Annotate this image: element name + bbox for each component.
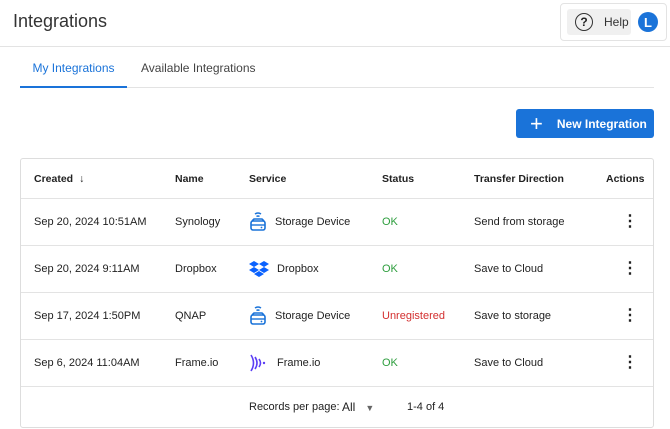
frameio-icon [249, 353, 277, 373]
name-cell: Synology [175, 216, 221, 228]
arrow-down-icon: ↓ [79, 172, 85, 185]
status-badge: OK [382, 263, 398, 275]
caret-down-icon: ▼ [365, 403, 375, 413]
column-name: Name [175, 172, 204, 185]
service-cell: Dropbox [249, 246, 319, 292]
transfer-direction-cell: Save to Cloud [474, 263, 544, 275]
pagination: Records per page: All ▼ 1-4 of 4 [21, 387, 653, 427]
header: Integrations ? Help L [0, 0, 670, 47]
help-area: ? Help L [560, 3, 667, 41]
table-row[interactable]: Sep 17, 2024 1:50PM QNAP Storage Device … [21, 293, 653, 340]
created-cell: Sep 6, 2024 11:04AM [34, 357, 140, 369]
status-badge: Unregistered [382, 310, 445, 322]
integrations-table: Created ↓ Name Service Status Transfer Di… [20, 158, 654, 428]
transfer-direction-cell: Save to storage [474, 310, 552, 322]
column-actions: Actions [606, 172, 645, 185]
column-service: Service [249, 172, 287, 185]
more-actions-icon[interactable]: ⋮ [622, 293, 638, 339]
name-cell: QNAP [175, 310, 207, 322]
avatar[interactable]: L [638, 12, 658, 32]
help-label: Help [604, 15, 629, 29]
transfer-direction-cell: Send from storage [474, 216, 565, 228]
dropbox-icon [249, 260, 277, 278]
more-actions-icon[interactable]: ⋮ [622, 246, 638, 292]
column-transfer-direction: Transfer Direction [474, 172, 564, 185]
table-header-row: Created ↓ Name Service Status Transfer Di… [21, 159, 653, 199]
storage-device-icon [249, 305, 275, 327]
tab-my-integrations[interactable]: My Integrations [20, 48, 127, 88]
new-integration-label: New Integration [556, 116, 647, 131]
column-created[interactable]: Created ↓ [34, 159, 84, 198]
service-label: Storage Device [275, 216, 351, 228]
created-cell: Sep 17, 2024 1:50PM [34, 310, 141, 322]
table-row[interactable]: Sep 20, 2024 9:11AM Dropbox Dropbox OK S… [21, 246, 653, 293]
status-badge: OK [382, 216, 398, 228]
service-label: Frame.io [277, 357, 321, 369]
table-row[interactable]: Sep 6, 2024 11:04AM Frame.io Frame.io OK… [21, 340, 653, 387]
table-row[interactable]: Sep 20, 2024 10:51AM Synology Storage De… [21, 199, 653, 246]
help-button[interactable]: ? Help [567, 9, 631, 35]
tabs: My Integrations Available Integrations [20, 48, 654, 88]
records-per-page-label: Records per page: [249, 401, 340, 413]
new-integration-button[interactable]: + New Integration [516, 109, 654, 138]
page-title: Integrations [13, 11, 108, 31]
created-cell: Sep 20, 2024 9:11AM [34, 263, 140, 275]
name-cell: Frame.io [175, 357, 219, 369]
more-actions-icon[interactable]: ⋮ [622, 340, 638, 386]
help-icon: ? [575, 13, 593, 31]
pagination-range: 1-4 of 4 [407, 401, 445, 413]
more-actions-icon[interactable]: ⋮ [622, 199, 638, 245]
service-label: Storage Device [275, 310, 351, 322]
service-label: Dropbox [277, 263, 319, 275]
service-cell: Storage Device [249, 199, 350, 245]
status-badge: OK [382, 357, 398, 369]
created-cell: Sep 20, 2024 10:51AM [34, 216, 147, 228]
transfer-direction-cell: Save to Cloud [474, 357, 544, 369]
name-cell: Dropbox [175, 263, 217, 275]
column-status: Status [382, 172, 415, 185]
plus-icon: + [530, 110, 543, 136]
tab-available-integrations[interactable]: Available Integrations [141, 48, 256, 88]
service-cell: Frame.io [249, 340, 320, 386]
storage-device-icon [249, 211, 275, 233]
records-per-page-select[interactable]: All ▼ [342, 400, 374, 414]
service-cell: Storage Device [249, 293, 350, 339]
